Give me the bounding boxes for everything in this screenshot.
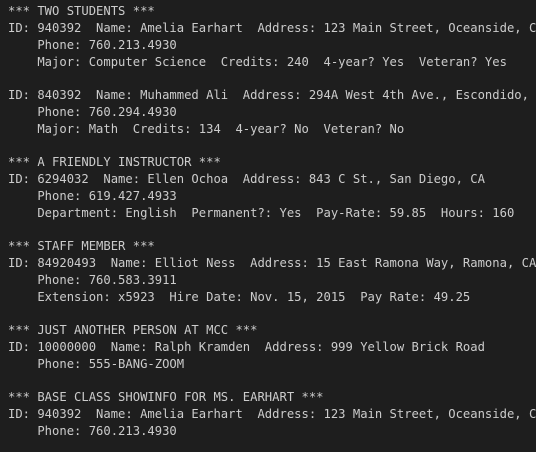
student-2-phone-line: Phone: 760.294.4930	[8, 105, 177, 119]
section-header-base-class: *** BASE CLASS SHOWINFO FOR MS. EARHART …	[8, 390, 324, 404]
terminal-window: { "output": { "lines": [ "*** TWO STUDEN…	[0, 0, 536, 452]
student-2-id-line: ID: 840392 Name: Muhammed Ali Address: 2…	[8, 88, 536, 102]
base-class-id-line: ID: 940392 Name: Amelia Earhart Address:…	[8, 407, 536, 421]
instructor-phone-line: Phone: 619.427.4933	[8, 189, 177, 203]
student-1-id-line: ID: 940392 Name: Amelia Earhart Address:…	[8, 21, 536, 35]
terminal-output: *** TWO STUDENTS *** ID: 940392 Name: Am…	[8, 3, 536, 440]
clipped-link-text-above	[300, 0, 430, 1]
section-header-two-students: *** TWO STUDENTS ***	[8, 4, 155, 18]
student-1-phone-line: Phone: 760.213.4930	[8, 38, 177, 52]
person-phone-line: Phone: 555-BANG-ZOOM	[8, 357, 185, 371]
instructor-department-line: Department: English Permanent?: Yes Pay-…	[8, 206, 515, 220]
section-header-instructor: *** A FRIENDLY INSTRUCTOR ***	[8, 155, 221, 169]
instructor-id-line: ID: 6294032 Name: Ellen Ochoa Address: 8…	[8, 172, 485, 186]
staff-extension-line: Extension: x5923 Hire Date: Nov. 15, 201…	[8, 290, 471, 304]
student-2-major-line: Major: Math Credits: 134 4-year? No Vete…	[8, 122, 405, 136]
person-id-line: ID: 10000000 Name: Ralph Kramden Address…	[8, 340, 485, 354]
section-header-person: *** JUST ANOTHER PERSON AT MCC ***	[8, 323, 258, 337]
staff-id-line: ID: 84920493 Name: Elliot Ness Address: …	[8, 256, 536, 270]
section-header-staff: *** STAFF MEMBER ***	[8, 239, 155, 253]
base-class-phone-line: Phone: 760.213.4930	[8, 424, 177, 438]
staff-phone-line: Phone: 760.583.3911	[8, 273, 177, 287]
student-1-major-line: Major: Computer Science Credits: 240 4-y…	[8, 55, 507, 69]
